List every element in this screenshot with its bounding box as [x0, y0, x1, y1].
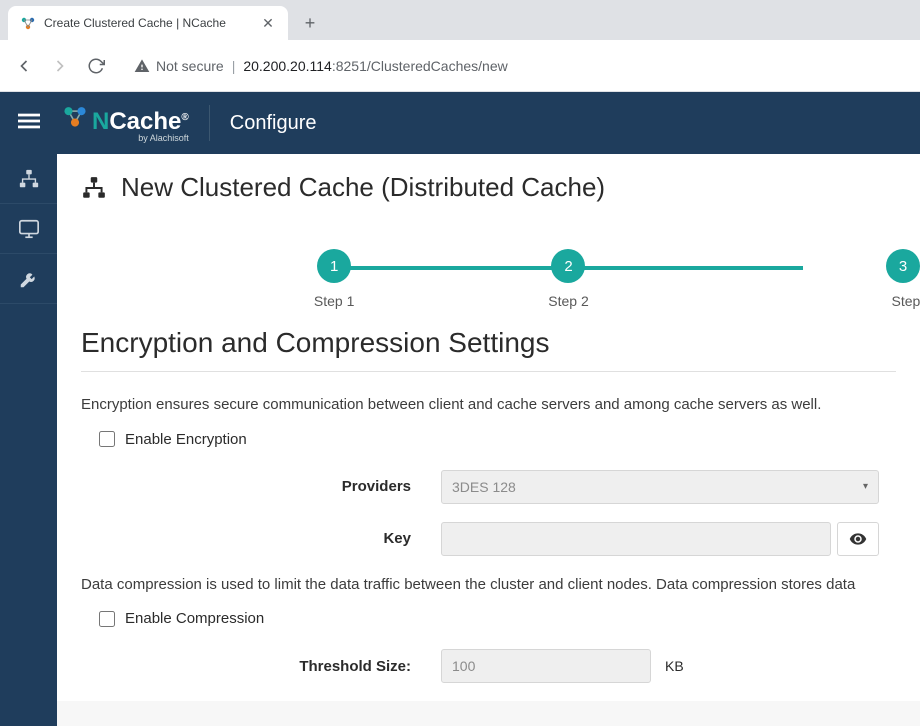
forward-button[interactable]: [48, 54, 72, 78]
step-label: Step 1: [314, 293, 354, 309]
sidebar-item-tools[interactable]: [0, 254, 57, 304]
key-input[interactable]: [441, 522, 831, 556]
url-host: 20.200.20.114: [243, 58, 332, 74]
step-circle: 1: [317, 249, 351, 283]
close-icon[interactable]: ✕: [260, 15, 276, 31]
browser-tab-title: Create Clustered Cache | NCache: [44, 16, 260, 30]
warning-icon: [134, 58, 150, 74]
chevron-down-icon: ▾: [863, 481, 868, 492]
threshold-input[interactable]: [441, 649, 651, 683]
step-label: Step 3: [892, 293, 920, 309]
enable-compression-input[interactable]: [99, 611, 115, 627]
header-page-title: Configure: [230, 112, 317, 135]
app-header: NCache® by Alachisoft Configure: [0, 92, 920, 154]
encryption-compression-section: Encryption and Compression Settings Encr…: [57, 327, 920, 683]
page-title: New Clustered Cache (Distributed Cache): [121, 172, 605, 203]
enable-compression-label: Enable Compression: [125, 610, 264, 627]
providers-value: 3DES 128: [452, 479, 516, 495]
enable-encryption-checkbox[interactable]: Enable Encryption: [99, 431, 896, 448]
url-path: :8251/ClusteredCaches/new: [332, 58, 508, 74]
key-label: Key: [81, 530, 441, 547]
cluster-icon: [18, 168, 40, 190]
logo-mark-icon: [62, 103, 88, 129]
providers-select[interactable]: 3DES 128 ▾: [441, 470, 879, 504]
encryption-description: Encryption ensures secure communication …: [81, 394, 896, 417]
step-label: Step 2: [548, 293, 588, 309]
url-text: 20.200.20.114:8251/ClusteredCaches/new: [243, 58, 507, 74]
sidebar: [0, 154, 57, 726]
step-circle: 2: [551, 249, 585, 283]
enable-compression-checkbox[interactable]: Enable Compression: [99, 610, 896, 627]
monitor-icon: [18, 218, 40, 240]
step-3[interactable]: 3 Step 3: [686, 249, 920, 309]
key-row: Key: [81, 522, 896, 556]
step-circle: 3: [886, 249, 920, 283]
security-indicator[interactable]: Not secure: [134, 58, 224, 74]
browser-tab[interactable]: Create Clustered Cache | NCache ✕: [8, 6, 288, 40]
main-content: New Clustered Cache (Distributed Cache) …: [57, 154, 920, 726]
browser-tab-strip: Create Clustered Cache | NCache ✕ +: [0, 0, 920, 40]
tools-icon: [18, 268, 40, 290]
threshold-unit: KB: [665, 658, 684, 674]
header-divider: [209, 105, 210, 141]
stepper: 1 Step 1 2 Step 2 3 Step 3: [217, 241, 920, 327]
insecure-label: Not secure: [156, 58, 224, 74]
address-bar[interactable]: Not secure | 20.200.20.114:8251/Clustere…: [120, 49, 908, 83]
logo-text: NCache®: [92, 108, 189, 135]
threshold-label: Threshold Size:: [81, 658, 441, 675]
favicon-icon: [20, 15, 36, 31]
url-separator: |: [232, 58, 236, 74]
compression-description: Data compression is used to limit the da…: [81, 574, 896, 597]
threshold-row: Threshold Size: KB: [81, 649, 896, 683]
section-heading: Encryption and Compression Settings: [81, 327, 896, 372]
new-tab-button[interactable]: +: [296, 9, 324, 37]
step-1[interactable]: 1 Step 1: [217, 249, 451, 309]
page-header: New Clustered Cache (Distributed Cache): [57, 154, 920, 223]
enable-encryption-label: Enable Encryption: [125, 431, 247, 448]
sidebar-item-cluster[interactable]: [0, 154, 57, 204]
cluster-icon: [81, 175, 107, 201]
reload-button[interactable]: [84, 54, 108, 78]
reveal-key-button[interactable]: [837, 522, 879, 556]
browser-toolbar: Not secure | 20.200.20.114:8251/Clustere…: [0, 40, 920, 92]
providers-row: Providers 3DES 128 ▾: [81, 470, 896, 504]
eye-icon: [849, 530, 867, 548]
sidebar-item-monitor[interactable]: [0, 204, 57, 254]
logo[interactable]: NCache® by Alachisoft: [62, 103, 189, 143]
hamburger-menu-button[interactable]: [18, 110, 42, 137]
back-button[interactable]: [12, 54, 36, 78]
step-2[interactable]: 2 Step 2: [451, 249, 685, 309]
providers-label: Providers: [81, 478, 441, 495]
enable-encryption-input[interactable]: [99, 431, 115, 447]
